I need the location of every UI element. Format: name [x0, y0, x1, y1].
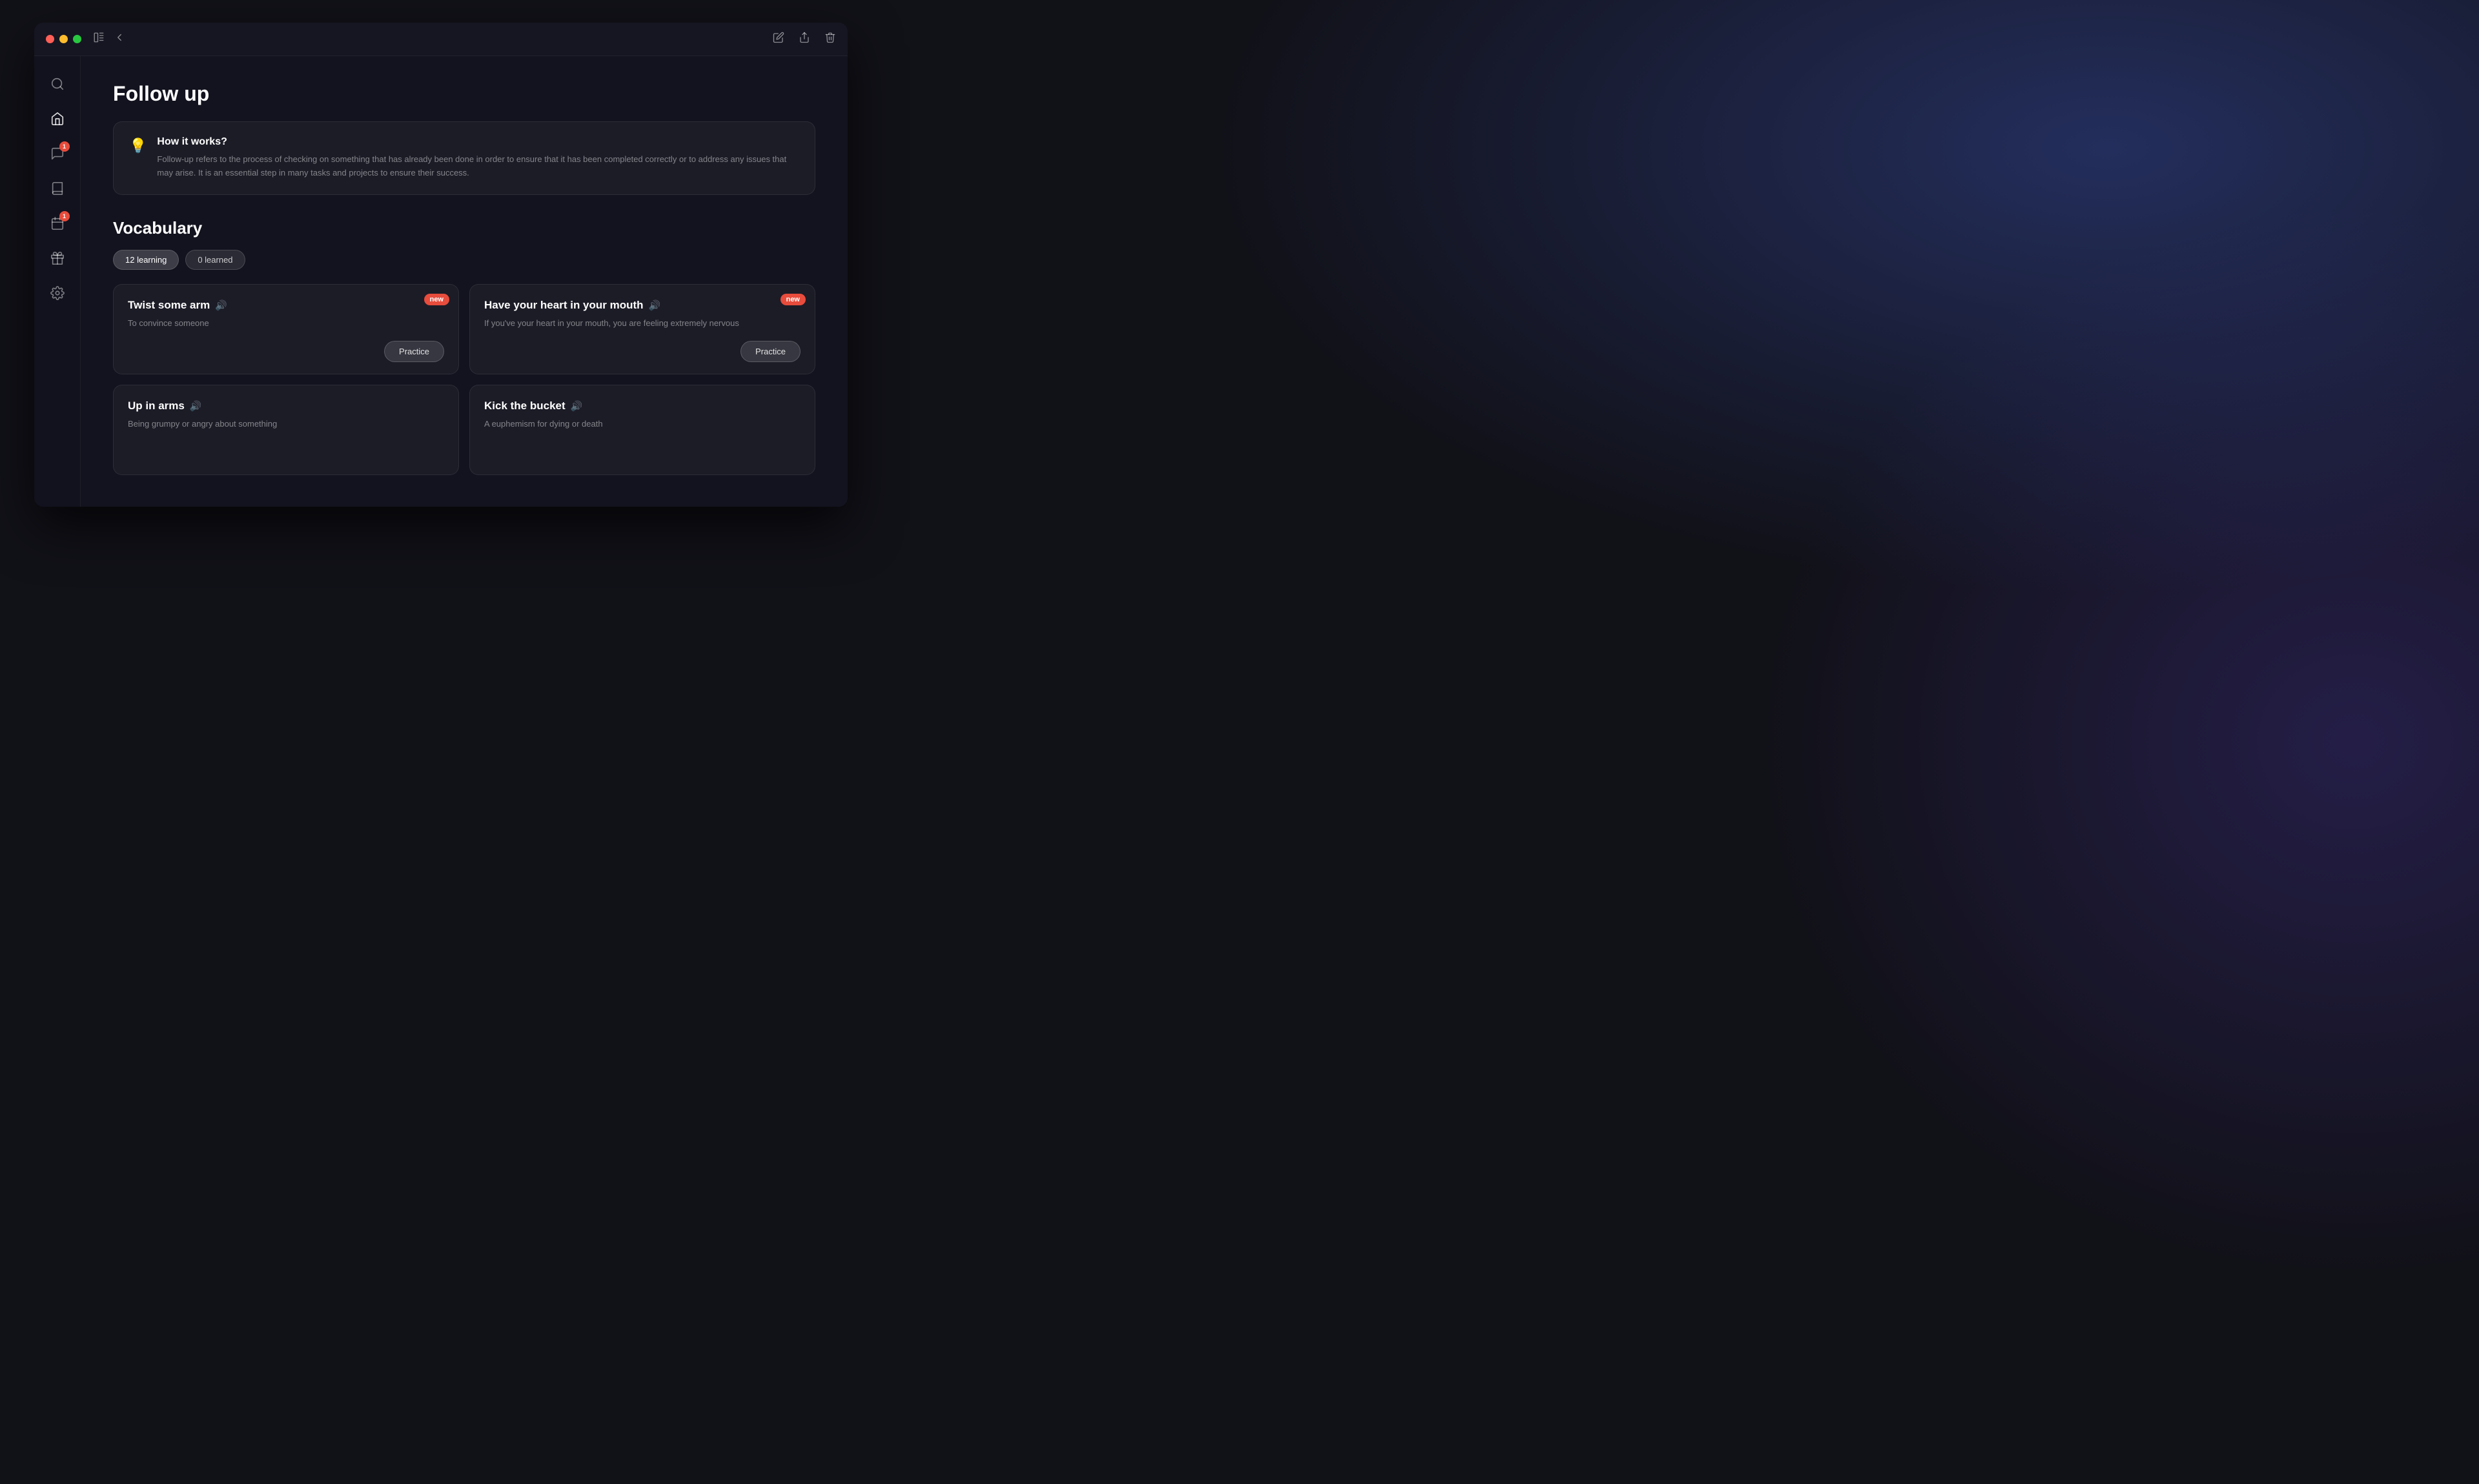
- calendar-badge: 1: [59, 211, 70, 221]
- vocab-card-up-in-arms: Up in arms 🔊 Being grumpy or angry about…: [113, 385, 459, 475]
- sidebar-item-calendar[interactable]: 1: [43, 208, 72, 238]
- edit-icon[interactable]: [773, 32, 784, 46]
- vocab-phrase: Have your heart in your mouth: [484, 299, 644, 312]
- app-window: 1 1 Follow up 💡 How it: [34, 23, 848, 507]
- vocab-card-header: Twist some arm 🔊: [128, 299, 444, 312]
- vocab-card-twist-some-arm: new Twist some arm 🔊 To convince someone…: [113, 284, 459, 374]
- vocab-card-header: Up in arms 🔊: [128, 400, 444, 412]
- filter-learning[interactable]: 12 learning: [113, 250, 179, 270]
- delete-icon[interactable]: [824, 32, 836, 46]
- filter-learned[interactable]: 0 learned: [185, 250, 245, 270]
- main-layout: 1 1 Follow up 💡 How it: [34, 56, 848, 507]
- vocab-meaning: Being grumpy or angry about something: [128, 418, 444, 463]
- sidebar: 1 1: [34, 56, 81, 507]
- info-card-title: How it works?: [157, 136, 799, 148]
- titlebar: [34, 23, 848, 56]
- sidebar-item-messages[interactable]: 1: [43, 139, 72, 168]
- maximize-button[interactable]: [73, 35, 81, 43]
- sidebar-item-library[interactable]: [43, 174, 72, 203]
- vocab-card-header: Have your heart in your mouth 🔊: [484, 299, 801, 312]
- vocab-phrase: Twist some arm: [128, 299, 210, 312]
- vocab-card-header: Kick the bucket 🔊: [484, 400, 801, 412]
- titlebar-right: [773, 32, 836, 46]
- info-card-description: Follow-up refers to the process of check…: [157, 153, 799, 180]
- vocab-meaning: To convince someone: [128, 317, 444, 330]
- sidebar-item-search[interactable]: [43, 69, 72, 99]
- vocab-card-heart-mouth: new Have your heart in your mouth 🔊 If y…: [469, 284, 815, 374]
- vocab-meaning: If you've your heart in your mouth, you …: [484, 317, 801, 330]
- info-card-icon: 💡: [129, 137, 147, 154]
- vocabulary-section-title: Vocabulary: [113, 218, 815, 238]
- sidebar-item-gifts[interactable]: [43, 243, 72, 273]
- sidebar-toggle-icon[interactable]: [93, 32, 105, 46]
- content-area: Follow up 💡 How it works? Follow-up refe…: [81, 56, 848, 507]
- new-badge: new: [780, 294, 806, 305]
- vocab-grid: new Twist some arm 🔊 To convince someone…: [113, 284, 815, 475]
- sidebar-item-home[interactable]: [43, 104, 72, 134]
- sound-icon[interactable]: 🔊: [190, 400, 202, 412]
- sidebar-item-settings[interactable]: [43, 278, 72, 308]
- info-card-body: How it works? Follow-up refers to the pr…: [157, 136, 799, 180]
- minimize-button[interactable]: [59, 35, 68, 43]
- page-title: Follow up: [113, 82, 815, 106]
- vocab-phrase: Up in arms: [128, 400, 185, 412]
- sound-icon[interactable]: 🔊: [649, 300, 661, 311]
- share-icon[interactable]: [799, 32, 810, 46]
- traffic-lights: [46, 35, 81, 43]
- vocab-meaning: A euphemism for dying or death: [484, 418, 801, 463]
- practice-button[interactable]: Practice: [384, 341, 444, 362]
- sound-icon[interactable]: 🔊: [571, 400, 583, 412]
- info-card: 💡 How it works? Follow-up refers to the …: [113, 121, 815, 195]
- practice-button[interactable]: Practice: [740, 341, 801, 362]
- back-icon[interactable]: [114, 32, 125, 46]
- vocab-card-kick-the-bucket: Kick the bucket 🔊 A euphemism for dying …: [469, 385, 815, 475]
- vocab-filters: 12 learning 0 learned: [113, 250, 815, 270]
- titlebar-controls: [93, 32, 125, 46]
- vocab-phrase: Kick the bucket: [484, 400, 566, 412]
- sound-icon[interactable]: 🔊: [215, 300, 227, 311]
- new-badge: new: [424, 294, 449, 305]
- close-button[interactable]: [46, 35, 54, 43]
- messages-badge: 1: [59, 141, 70, 152]
